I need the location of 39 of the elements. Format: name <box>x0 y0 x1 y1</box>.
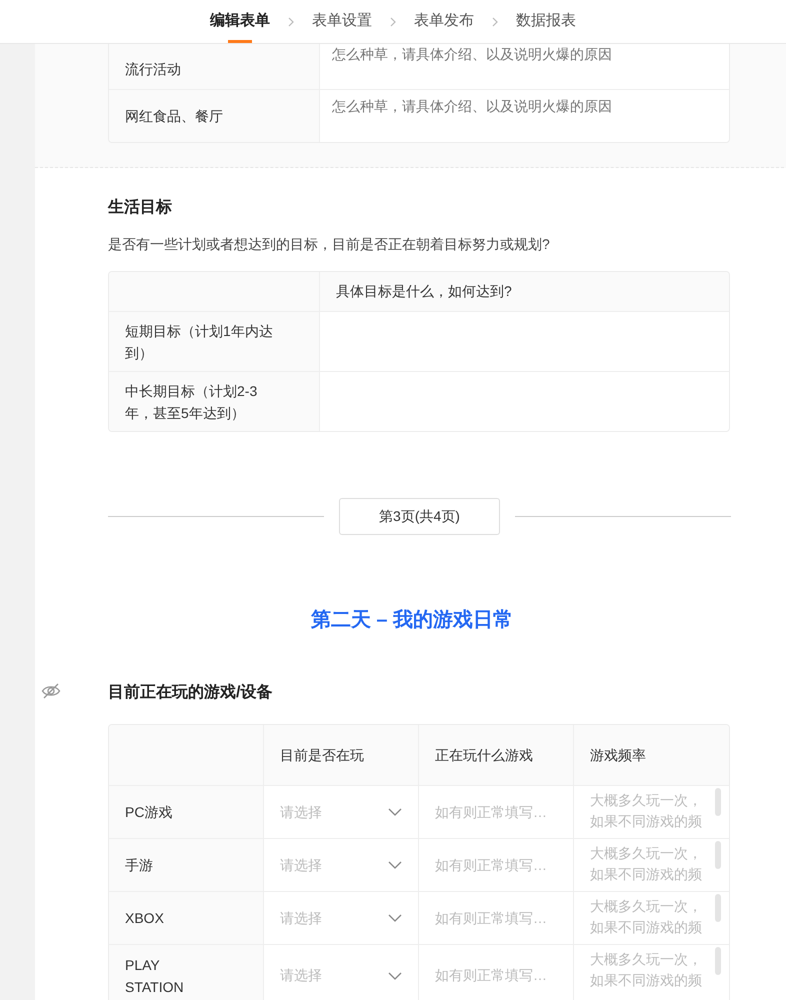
column-header: 具体目标是什么，如何达到? <box>336 282 512 301</box>
scrollbar-thumb[interactable] <box>715 947 721 975</box>
text-input-field[interactable]: 如有则正常填写… <box>435 854 557 876</box>
section-description: 是否有一些计划或者想达到的目标，目前是否正在朝着目标努力或规划? <box>108 235 551 254</box>
frequency-field[interactable]: 大概多久玩一次，如果不同游戏的频 <box>590 843 713 887</box>
text-input-field[interactable]: 如有则正常填写… <box>435 908 557 928</box>
section-title: 目前正在玩的游戏/设备 <box>108 682 274 703</box>
row-label: 短期目标（计划1年内达到） <box>125 322 274 362</box>
chevron-right-icon <box>286 16 296 26</box>
row-label: 网红食品、餐厅 <box>125 107 223 126</box>
scrollbar-thumb[interactable] <box>715 841 721 869</box>
eye-slash-icon[interactable] <box>41 681 61 701</box>
row-label: 流行活动 <box>125 60 181 78</box>
column-header: 游戏频率 <box>590 746 646 765</box>
answer-field[interactable]: 怎么种草，请具体介绍、以及说明火爆的原因 <box>320 90 729 142</box>
section-title: 生活目标 <box>108 198 173 218</box>
text-input-field[interactable]: 如有则正常填写… <box>435 802 557 822</box>
chevron-right-icon <box>490 16 500 26</box>
row-label: 手游 <box>125 856 153 875</box>
scrollbar-thumb[interactable] <box>715 894 721 922</box>
column-header: 目前是否在玩 <box>280 746 364 765</box>
step-tab[interactable]: 编辑表单 <box>198 0 282 43</box>
answer-field[interactable]: 怎么种草，请具体介绍、以及说明火爆的原因 <box>320 44 729 89</box>
day-title: 第二天 – 我的游戏日常 <box>310 608 514 633</box>
page-indicator-button[interactable]: 第3页(共4页) <box>339 498 500 535</box>
frequency-field[interactable]: 大概多久玩一次，如果不同游戏的频 <box>590 790 713 834</box>
row-label: PLAY STATION <box>125 956 185 996</box>
column-header: 正在玩什么游戏 <box>435 746 533 765</box>
text-input-field[interactable]: 如有则正常填写… <box>435 965 557 986</box>
row-label: XBOX <box>125 909 164 928</box>
frequency-field[interactable]: 大概多久玩一次，如果不同游戏的频 <box>590 896 713 940</box>
row-label: PC游戏 <box>125 803 172 822</box>
frequency-field[interactable]: 大概多久玩一次，如果不同游戏的频 <box>590 949 713 993</box>
step-tab[interactable]: 表单设置 <box>300 0 384 43</box>
step-tab[interactable]: 数据报表 <box>504 0 588 43</box>
chevron-right-icon <box>388 16 398 26</box>
row-label: 中长期目标（计划2-3年，甚至5年达到） <box>125 382 258 422</box>
step-tab[interactable]: 表单发布 <box>402 0 486 43</box>
scrollbar-thumb[interactable] <box>715 788 721 816</box>
